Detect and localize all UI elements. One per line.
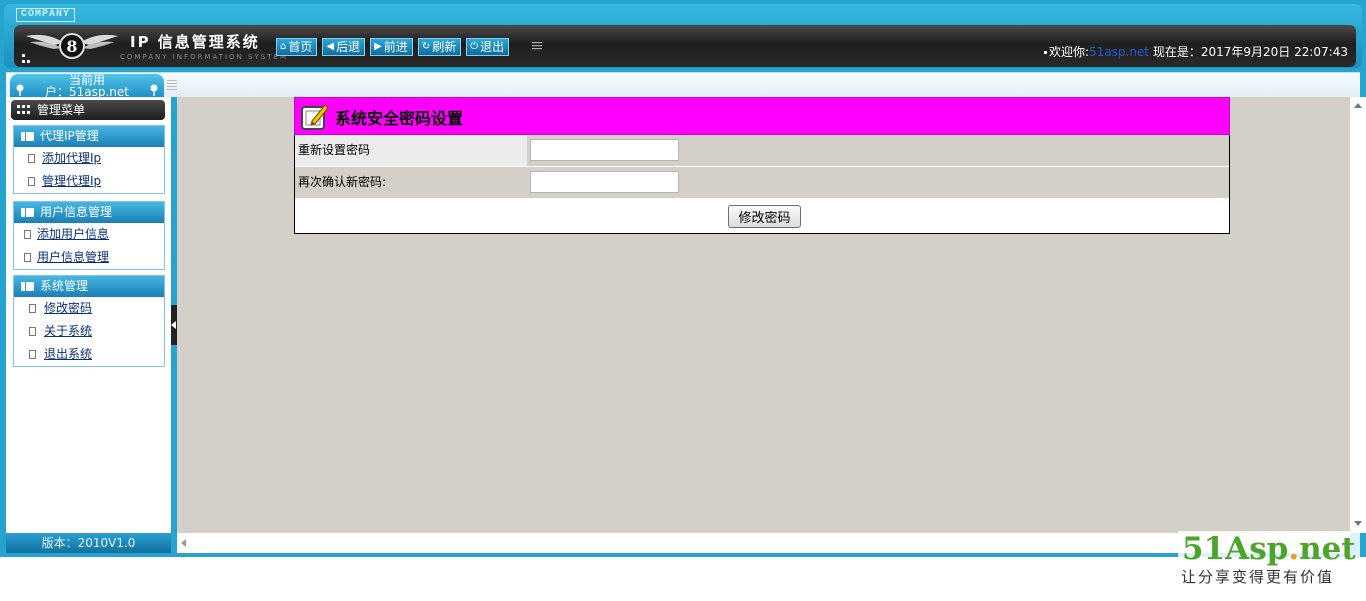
home-label: 首页 xyxy=(288,40,313,54)
app-title: IP 信息管理系统 xyxy=(130,33,260,51)
current-user-box: 当前用 户：51asp.net xyxy=(10,74,164,98)
menu-item-change-password[interactable]: 修改密码 xyxy=(14,297,164,320)
forward-label: 前进 xyxy=(383,40,408,54)
logout-button[interactable]: ⏻ 退出 xyxy=(466,38,510,56)
edit-icon xyxy=(301,104,329,130)
title-bar: 8 IP 信息管理系统 COMPANY INFORMATION SYSTEM ⌂… xyxy=(14,25,1356,67)
menu-group-proxy-ip: 代理IP管理 添加代理Ip 管理代理Ip xyxy=(13,125,165,194)
refresh-button[interactable]: ↻ 刷新 xyxy=(417,38,462,56)
watermark-brand: 51Asp.net xyxy=(1178,531,1360,567)
menu-link[interactable]: 管理代理Ip xyxy=(42,170,101,193)
scroll-left-icon[interactable] xyxy=(181,539,186,547)
current-time: 现在是：2017年9月20日 22:07:43 xyxy=(1152,45,1348,59)
grip-dots-icon xyxy=(22,54,30,63)
list-icon xyxy=(21,282,34,291)
group-title: 系统管理 xyxy=(40,279,89,293)
collapse-arrow-icon xyxy=(171,321,176,329)
welcome-prefix: 欢迎你: xyxy=(1048,45,1090,59)
watermark-brand-main: 51Asp xyxy=(1182,531,1289,567)
sub-toolbar: 当前用 户：51asp.net xyxy=(6,72,1360,98)
list-icon xyxy=(21,208,34,217)
logout-label: 退出 xyxy=(480,40,505,54)
document-icon xyxy=(28,177,35,186)
panel-title: 系统安全密码设置 xyxy=(335,109,464,128)
group-title: 代理IP管理 xyxy=(40,129,99,143)
document-icon xyxy=(24,253,31,262)
back-button[interactable]: ◀ 后退 xyxy=(322,38,366,56)
password-panel: 系统安全密码设置 重新设置密码 再次确认新密码: 修改密码 xyxy=(294,97,1230,234)
menu-link[interactable]: 添加用户信息 xyxy=(37,223,109,246)
toolbar-grip-icon xyxy=(167,80,177,90)
version-label: 版本：2010V1.0 xyxy=(6,533,171,553)
menu-grip-icon[interactable] xyxy=(532,41,542,51)
power-icon: ⏻ xyxy=(470,41,479,52)
sidebar: 管理菜单 代理IP管理 添加代理Ip 管理代理Ip 用户信息管理 添加用户信息 … xyxy=(6,97,171,533)
winged-logo-icon: 8 xyxy=(26,33,118,59)
top-header: COMPANY 8 IP 信息管理系统 COMPANY INFORMATION … xyxy=(4,4,1362,68)
new-password-field[interactable] xyxy=(530,139,679,161)
menu-item-manage-users[interactable]: 用户信息管理 xyxy=(14,246,164,269)
document-icon xyxy=(29,350,36,359)
form-row-submit: 修改密码 xyxy=(295,199,1229,233)
document-icon xyxy=(28,154,35,163)
menu-link[interactable]: 关于系统 xyxy=(44,320,92,343)
welcome-user: 51asp.net xyxy=(1089,45,1150,59)
menu-group-user-info: 用户信息管理 添加用户信息 用户信息管理 xyxy=(13,201,165,270)
arrow-right-icon: ▶ xyxy=(374,41,382,52)
group-header-user-info[interactable]: 用户信息管理 xyxy=(14,202,164,223)
welcome-status: 欢迎你:51asp.net 现在是：2017年9月20日 22:07:43 xyxy=(1043,43,1348,60)
bullet-icon xyxy=(1043,51,1047,54)
change-password-button[interactable]: 修改密码 xyxy=(728,205,801,228)
menu-item-add-user[interactable]: 添加用户信息 xyxy=(14,223,164,246)
menu-title: 管理菜单 xyxy=(37,103,86,117)
menu-item-manage-proxy-ip[interactable]: 管理代理Ip xyxy=(14,170,164,193)
panel-header: 系统安全密码设置 xyxy=(294,97,1230,135)
svg-text:8: 8 xyxy=(66,37,77,56)
password-form: 重新设置密码 再次确认新密码: 修改密码 xyxy=(294,135,1230,234)
group-header-system[interactable]: 系统管理 xyxy=(14,276,164,297)
menu-link[interactable]: 添加代理Ip xyxy=(42,147,101,170)
form-row-confirm-password: 再次确认新密码: xyxy=(295,167,1229,199)
document-icon xyxy=(24,230,31,239)
document-icon xyxy=(29,304,36,313)
refresh-label: 刷新 xyxy=(432,40,457,54)
list-icon xyxy=(21,132,34,141)
forward-button[interactable]: ▶ 前进 xyxy=(370,38,413,56)
home-button[interactable]: ⌂ 首页 xyxy=(276,38,318,56)
form-row-new-password: 重新设置密码 xyxy=(295,135,1229,167)
grid-icon xyxy=(17,105,30,114)
nav-toolbar: ⌂ 首页 ◀ 后退 ▶ 前进 ↻ 刷新 ⏻ 退出 xyxy=(276,38,510,56)
group-title: 用户信息管理 xyxy=(40,205,113,219)
menu-header: 管理菜单 xyxy=(11,100,165,120)
watermark-brand-tail: net xyxy=(1299,531,1356,567)
menu-link[interactable]: 用户信息管理 xyxy=(37,246,109,269)
confirm-password-label: 再次确认新密码: xyxy=(295,167,527,198)
horizontal-scrollbar[interactable] xyxy=(177,533,1350,553)
menu-item-about[interactable]: 关于系统 xyxy=(14,320,164,343)
menu-item-exit[interactable]: 退出系统 xyxy=(14,343,164,366)
refresh-icon: ↻ xyxy=(421,41,431,52)
menu-group-system: 系统管理 修改密码 关于系统 退出系统 xyxy=(13,275,165,367)
menu-item-add-proxy-ip[interactable]: 添加代理Ip xyxy=(14,147,164,170)
menu-link[interactable]: 退出系统 xyxy=(44,343,92,366)
arrow-left-icon: ◀ xyxy=(326,41,335,52)
document-icon xyxy=(29,327,36,336)
app-subtitle: COMPANY INFORMATION SYSTEM xyxy=(120,53,288,61)
group-header-proxy-ip[interactable]: 代理IP管理 xyxy=(14,126,164,147)
pin-icon xyxy=(16,84,24,96)
home-icon: ⌂ xyxy=(280,41,287,52)
new-password-label: 重新设置密码 xyxy=(295,135,527,166)
app-frame: COMPANY 8 IP 信息管理系统 COMPANY INFORMATION … xyxy=(0,0,1366,557)
scroll-down-icon[interactable] xyxy=(1354,521,1362,526)
company-tag: COMPANY xyxy=(16,8,76,22)
watermark-brand-dot: . xyxy=(1288,531,1300,567)
vertical-scrollbar[interactable] xyxy=(1350,97,1366,533)
watermark-slogan: 让分享变得更有价值 xyxy=(1181,568,1335,586)
back-label: 后退 xyxy=(336,40,361,54)
main-content: 系统安全密码设置 重新设置密码 再次确认新密码: 修改密码 xyxy=(177,97,1350,533)
confirm-password-field[interactable] xyxy=(530,171,679,193)
pin-icon xyxy=(150,84,158,96)
scroll-up-icon[interactable] xyxy=(1354,103,1362,108)
menu-link[interactable]: 修改密码 xyxy=(44,297,92,320)
